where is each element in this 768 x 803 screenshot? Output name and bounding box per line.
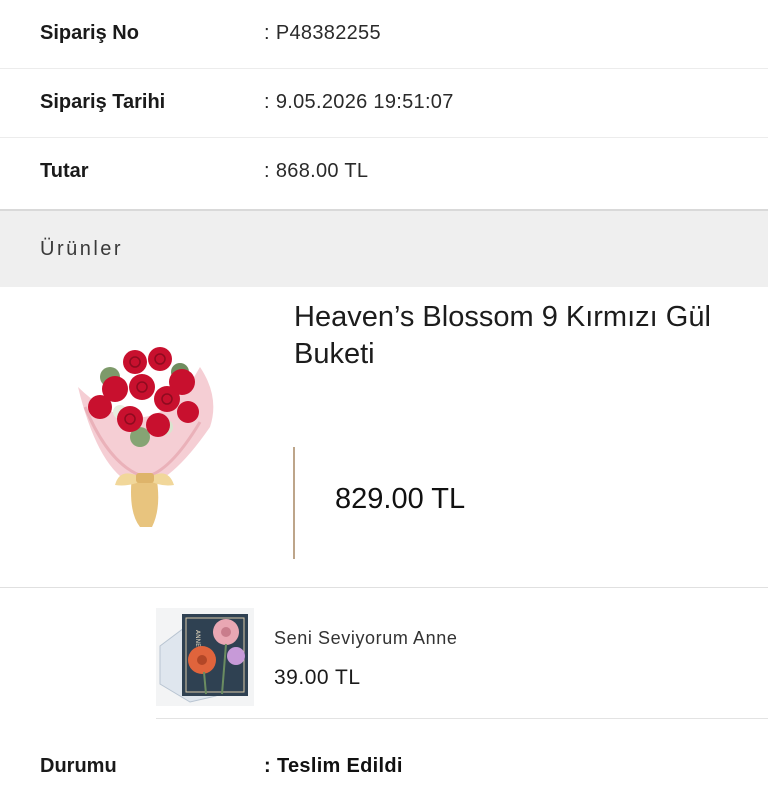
separator: :	[264, 91, 270, 113]
addon-price: 39.00 TL	[274, 666, 361, 689]
separator: :	[264, 160, 270, 182]
order-number-row: Sipariş No : P48382255	[0, 0, 768, 69]
order-number-text: P48382255	[275, 22, 381, 44]
product-image[interactable]	[70, 327, 230, 557]
price-divider	[293, 447, 295, 559]
products-section-title: Ürünler	[40, 238, 124, 260]
card-lettering: ANNE	[194, 630, 201, 647]
order-date-value: :9.05.2026 19:51:07	[264, 91, 454, 114]
order-status-row: Durumu : Teslim Edildi	[0, 735, 768, 803]
order-status-value: : Teslim Edildi	[264, 755, 403, 778]
addon-card-image[interactable]: ANNE	[156, 608, 254, 706]
addon-item[interactable]: ANNE Seni Seviyorum Anne 39.00 TL	[156, 588, 768, 719]
product-price: 829.00 TL	[335, 483, 466, 515]
order-total-label: Tutar	[40, 160, 89, 182]
separator: :	[264, 22, 270, 44]
order-status-label: Durumu	[40, 755, 117, 777]
order-date-text: 9.05.2026 19:51:07	[275, 91, 454, 113]
order-status-text: Teslim Edildi	[276, 755, 403, 777]
order-number-label: Sipariş No	[40, 22, 139, 44]
product-item[interactable]: Heaven’s Blossom 9 Kırmızı Gül Buketi 82…	[0, 287, 768, 588]
order-total-row: Tutar :868.00 TL	[0, 138, 768, 210]
order-number-value: : P48382255	[264, 22, 381, 45]
order-date-label: Sipariş Tarihi	[40, 91, 166, 113]
addon-name[interactable]: Seni Seviyorum Anne	[274, 628, 458, 649]
order-total-text: 868.00 TL	[275, 160, 369, 182]
order-date-row: Sipariş Tarihi :9.05.2026 19:51:07	[0, 69, 768, 138]
separator: :	[264, 755, 271, 777]
greeting-card-icon: ANNE	[156, 608, 254, 706]
rose-bouquet-icon	[78, 347, 214, 527]
product-name[interactable]: Heaven’s Blossom 9 Kırmızı Gül Buketi	[294, 299, 734, 373]
products-section-header: Ürünler	[0, 210, 768, 288]
order-total-value: :868.00 TL	[264, 160, 368, 183]
